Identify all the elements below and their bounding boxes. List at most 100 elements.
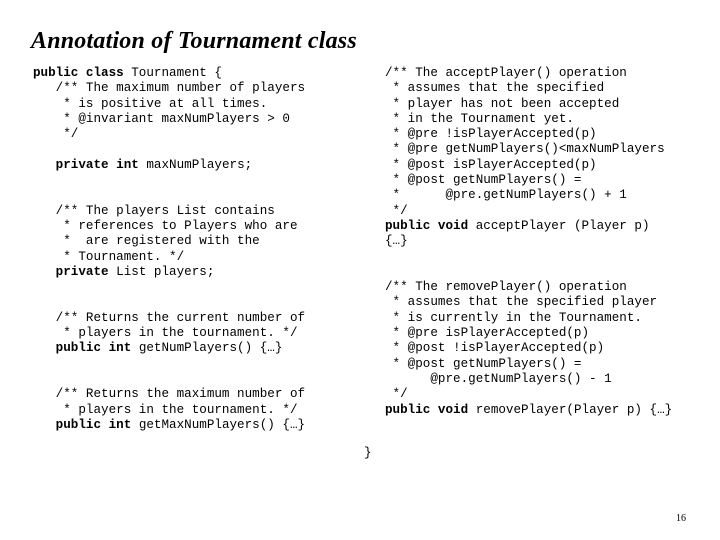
code-text: /** Returns the maximum number of	[33, 387, 306, 402]
code-line: public int getMaxNumPlayers() {…}	[33, 418, 383, 433]
code-text: * is positive at all times.	[33, 96, 268, 111]
slide-canvas: Annotation of Tournament class public cl…	[0, 0, 720, 540]
code-text: getMaxNumPlayers() {…}	[138, 417, 306, 432]
code-text: */	[33, 127, 79, 142]
code-text: * players in the tournament. */	[33, 326, 298, 341]
code-line	[33, 357, 383, 372]
code-block-right: /** The acceptPlayer() operation * assum…	[385, 66, 720, 418]
code-line: * @pre isPlayerAccepted(p)	[385, 326, 720, 341]
code-text: * player has not been accepted	[385, 96, 620, 111]
code-keyword: public class	[33, 66, 132, 80]
page-title: Annotation of Tournament class	[31, 28, 357, 54]
code-text: /** Returns the current number of	[33, 310, 306, 325]
code-line: @pre.getNumPlayers() - 1	[385, 372, 720, 387]
code-text: * @post isPlayerAccepted(p)	[385, 157, 597, 172]
code-line: */	[33, 127, 383, 142]
code-keyword: public void	[385, 402, 476, 417]
code-line: /** Returns the current number of	[33, 311, 383, 326]
code-line: * is currently in the Tournament.	[385, 311, 720, 326]
code-line: /** The acceptPlayer() operation	[385, 66, 720, 81]
code-text: * @post getNumPlayers() =	[385, 356, 582, 371]
code-text: {…}	[385, 234, 408, 249]
code-text: /** The players List contains	[33, 203, 275, 218]
code-text: * @pre.getNumPlayers() + 1	[385, 188, 627, 203]
code-line: private List players;	[33, 265, 383, 280]
code-line: * references to Players who are	[33, 219, 383, 234]
code-line: * @pre getNumPlayers()<maxNumPlayers	[385, 142, 720, 157]
code-text: * references to Players who are	[33, 218, 298, 233]
code-text: */	[385, 387, 408, 402]
code-line: * assumes that the specified	[385, 81, 720, 96]
code-line: * Tournament. */	[33, 250, 383, 265]
code-text: Tournament {	[131, 66, 222, 80]
code-line	[33, 280, 383, 295]
code-text: * assumes that the specified player	[385, 295, 658, 310]
code-line: * @post getNumPlayers() =	[385, 173, 720, 188]
code-line: /** The players List contains	[33, 204, 383, 219]
code-text: * @invariant maxNumPlayers > 0	[33, 111, 290, 126]
code-line: * in the Tournament yet.	[385, 112, 720, 127]
code-text: /** The removePlayer() operation	[385, 280, 627, 295]
code-text: acceptPlayer (Player p)	[475, 218, 650, 233]
code-line: /** Returns the maximum number of	[33, 387, 383, 402]
code-text: * @post getNumPlayers() =	[385, 173, 582, 188]
code-line	[33, 188, 383, 203]
code-line: public void acceptPlayer (Player p)	[385, 219, 720, 234]
code-line: * are registered with the	[33, 234, 383, 249]
code-keyword: public void	[385, 218, 476, 233]
code-line: */	[385, 204, 720, 219]
code-text: * assumes that the specified	[385, 81, 605, 96]
code-text: * Tournament. */	[33, 249, 185, 264]
code-line: /** The maximum number of players	[33, 81, 383, 96]
code-line	[33, 173, 383, 188]
code-line	[33, 142, 383, 157]
code-line: public void removePlayer(Player p) {…}	[385, 403, 720, 418]
code-keyword: public int	[33, 417, 139, 432]
code-text: maxNumPlayers;	[146, 157, 253, 172]
code-line: * players in the tournament. */	[33, 403, 383, 418]
code-line: public int getNumPlayers() {…}	[33, 341, 383, 356]
code-line: * @post !isPlayerAccepted(p)	[385, 341, 720, 356]
code-line: * assumes that the specified player	[385, 295, 720, 310]
code-text: * @pre !isPlayerAccepted(p)	[385, 127, 597, 142]
code-block-left: public class Tournament { /** The maximu…	[33, 66, 383, 433]
code-text: removePlayer(Player p) {…}	[475, 402, 673, 417]
code-text: * @pre getNumPlayers()<maxNumPlayers	[385, 142, 665, 157]
code-line	[33, 372, 383, 387]
code-line: * players in the tournament. */	[33, 326, 383, 341]
code-line: /** The removePlayer() operation	[385, 280, 720, 295]
code-text: * in the Tournament yet.	[385, 111, 574, 126]
code-text: @pre.getNumPlayers() - 1	[385, 371, 612, 386]
code-line: * @post getNumPlayers() =	[385, 357, 720, 372]
code-line: public class Tournament {	[33, 66, 383, 81]
code-line: * player has not been accepted	[385, 97, 720, 112]
code-text: * @post !isPlayerAccepted(p)	[385, 341, 605, 356]
code-text: getNumPlayers() {…}	[138, 341, 283, 356]
code-line: * @pre !isPlayerAccepted(p)	[385, 127, 720, 142]
code-line: * is positive at all times.	[33, 97, 383, 112]
code-text: * players in the tournament. */	[33, 402, 298, 417]
class-closing-brace: }	[364, 446, 372, 460]
slide-page-number: 16	[676, 513, 686, 524]
code-line	[385, 265, 720, 280]
code-keyword: private	[33, 264, 117, 279]
code-text: * are registered with the	[33, 234, 260, 249]
code-line: private int maxNumPlayers;	[33, 158, 383, 173]
code-line	[33, 295, 383, 310]
code-text: */	[385, 203, 408, 218]
code-keyword: private int	[33, 157, 147, 172]
code-line: * @post isPlayerAccepted(p)	[385, 158, 720, 173]
code-keyword: public int	[33, 341, 139, 356]
code-text: * is currently in the Tournament.	[385, 310, 642, 325]
code-line	[385, 250, 720, 265]
code-text: List players;	[116, 264, 215, 279]
